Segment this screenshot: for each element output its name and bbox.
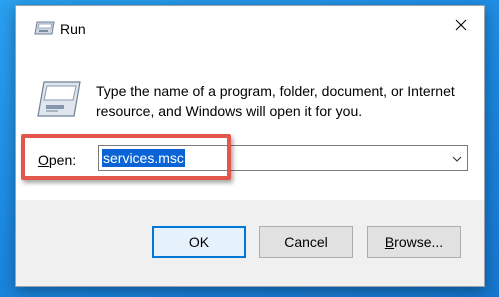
run-dialog-icon: [36, 78, 82, 120]
run-dialog: Run Type the name of a program, folder, …: [15, 5, 485, 287]
run-app-icon: [34, 20, 56, 36]
browse-mnemonic: B: [384, 234, 395, 250]
open-input-value[interactable]: services.msc: [102, 149, 185, 167]
open-label-mnemonic: O: [38, 152, 49, 168]
browse-label-rest: rowse...: [394, 234, 444, 250]
dialog-description: Type the name of a program, folder, docu…: [96, 83, 455, 119]
title-bar[interactable]: Run: [16, 6, 484, 48]
close-button[interactable]: [438, 6, 484, 48]
open-label: Open:: [38, 152, 76, 168]
cancel-button[interactable]: Cancel: [259, 226, 353, 258]
open-combobox[interactable]: services.msc: [98, 145, 468, 171]
open-label-rest: pen:: [48, 152, 77, 168]
close-icon: [455, 18, 467, 36]
ok-button[interactable]: OK: [152, 226, 246, 258]
chevron-down-icon: [452, 149, 462, 167]
dialog-content: Type the name of a program, folder, docu…: [16, 48, 484, 200]
browse-button[interactable]: Browse...: [367, 226, 461, 258]
dropdown-button[interactable]: [447, 146, 467, 170]
window-title: Run: [60, 21, 86, 37]
button-bar: OK Cancel Browse...: [16, 200, 484, 286]
